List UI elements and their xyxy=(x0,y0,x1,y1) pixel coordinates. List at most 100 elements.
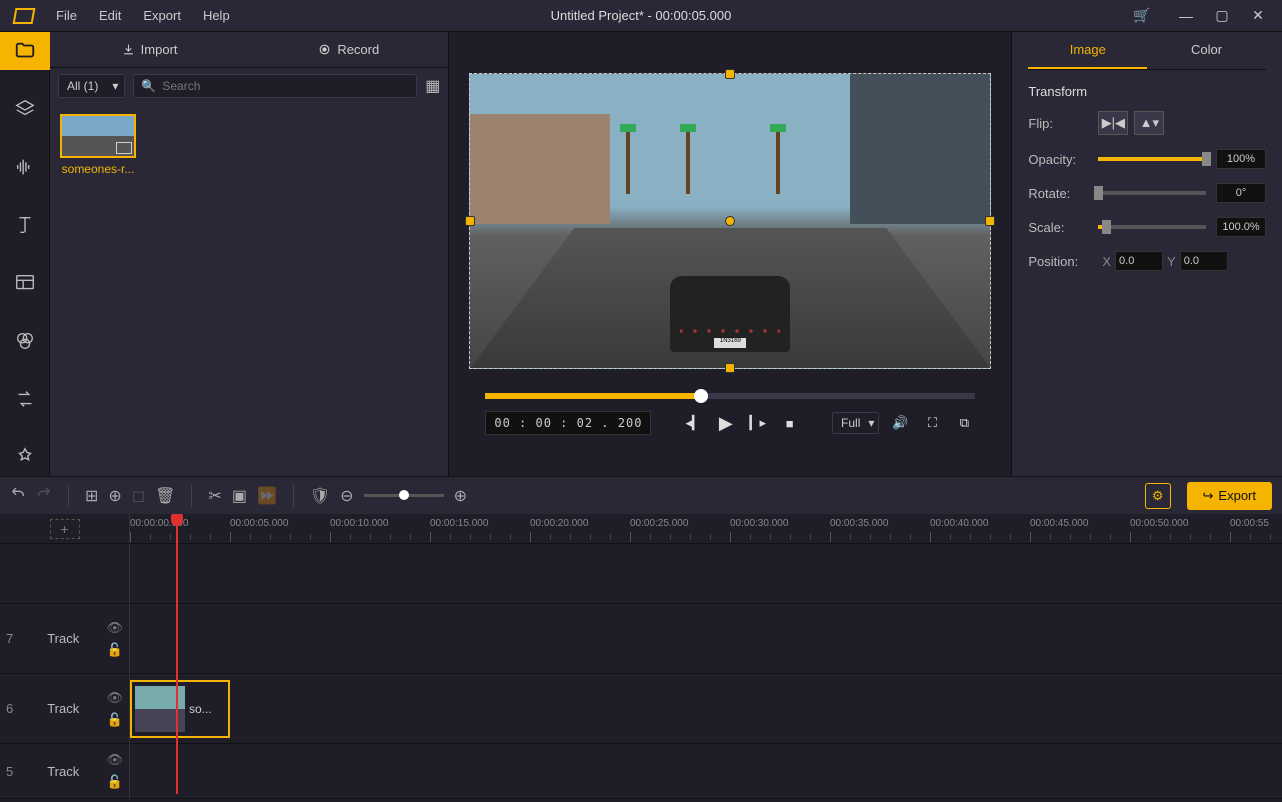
handle-center[interactable] xyxy=(725,216,735,226)
fit-dropdown[interactable]: Full xyxy=(832,412,879,434)
track-number: 5 xyxy=(6,764,20,779)
close-button[interactable]: ✕ xyxy=(1242,4,1274,28)
lock-icon[interactable]: 🔓 xyxy=(106,642,123,658)
zoom-slider[interactable] xyxy=(364,494,444,497)
volume-icon[interactable]: 🔊 xyxy=(889,412,911,434)
preview-playbar[interactable] xyxy=(485,393,975,399)
menu-file[interactable]: File xyxy=(46,4,87,27)
opacity-slider[interactable] xyxy=(1098,157,1206,161)
snapshot-icon[interactable]: ⛶ xyxy=(921,412,943,434)
play-button[interactable]: ▶ xyxy=(715,412,737,434)
ruler-tick: 00:00:55 xyxy=(1230,518,1269,529)
next-frame-button[interactable]: ▎▸ xyxy=(747,412,769,434)
handle-bottom[interactable] xyxy=(725,363,735,373)
opacity-label: Opacity: xyxy=(1028,152,1098,167)
rail-templates-icon[interactable] xyxy=(0,264,50,302)
transform-title: Transform xyxy=(1028,84,1266,99)
position-x-input[interactable] xyxy=(1115,251,1163,271)
handle-top[interactable] xyxy=(725,69,735,79)
position-label: Position: xyxy=(1028,254,1098,269)
ruler-tick: 00:00:20.000 xyxy=(530,518,588,529)
handle-left[interactable] xyxy=(465,216,475,226)
timeline-lane[interactable] xyxy=(130,604,1282,674)
media-filter-dropdown[interactable]: All (1) xyxy=(58,74,125,98)
cart-icon[interactable]: 🛒 xyxy=(1126,4,1158,28)
track-header: 7 Track 👁🔓 xyxy=(0,604,129,674)
app-logo xyxy=(8,4,40,28)
ruler-tick: 00:00:50.000 xyxy=(1130,518,1188,529)
track-header: 6 Track 👁🔓 xyxy=(0,674,129,744)
ruler-tick: 00:00:45.000 xyxy=(1030,518,1088,529)
position-y-input[interactable] xyxy=(1180,251,1228,271)
export-label: Export xyxy=(1218,488,1256,503)
redo-button xyxy=(36,488,52,504)
handle-right[interactable] xyxy=(985,216,995,226)
rail-effects-icon[interactable] xyxy=(0,322,50,360)
export-button[interactable]: ↪Export xyxy=(1187,482,1272,510)
tab-record[interactable]: Record xyxy=(249,32,448,67)
grid-view-icon[interactable]: ▦ xyxy=(425,76,440,96)
clip-name: so... xyxy=(189,702,225,716)
prev-frame-button[interactable]: ◂▎ xyxy=(683,412,705,434)
rail-text-icon[interactable] xyxy=(0,206,50,244)
eye-icon[interactable]: 👁 xyxy=(106,752,123,768)
search-input[interactable] xyxy=(133,74,417,98)
tab-import[interactable]: Import xyxy=(50,32,249,67)
rotate-slider[interactable] xyxy=(1098,191,1206,195)
scale-slider[interactable] xyxy=(1098,225,1206,229)
maximize-button[interactable]: ▢ xyxy=(1206,4,1238,28)
zoom-out-button[interactable]: ⊖ xyxy=(340,486,353,506)
gear-icon: ⚙ xyxy=(1152,488,1164,503)
timeline-ruler[interactable]: 00:00:00.00000:00:05.00000:00:10.00000:0… xyxy=(130,514,1282,543)
media-item-name: someones-r... xyxy=(60,162,136,176)
add-clip-button[interactable]: ⊞ xyxy=(85,486,98,506)
track-number: 7 xyxy=(6,631,20,646)
menu-help[interactable]: Help xyxy=(193,4,240,27)
tab-image[interactable]: Image xyxy=(1028,32,1147,69)
export-settings-button[interactable]: ⚙ xyxy=(1145,483,1171,509)
menu-export[interactable]: Export xyxy=(133,4,191,27)
timeline-lane[interactable]: so... xyxy=(130,674,1282,744)
tab-color[interactable]: Color xyxy=(1147,32,1266,69)
rail-stickers-icon[interactable] xyxy=(0,438,50,476)
ruler-tick: 00:00:25.000 xyxy=(630,518,688,529)
lock-icon[interactable]: 🔓 xyxy=(106,712,123,728)
scale-label: Scale: xyxy=(1028,220,1098,235)
marker-button[interactable]: 🛡 xyxy=(310,486,330,506)
stop-button[interactable]: ■ xyxy=(779,412,801,434)
menu-edit[interactable]: Edit xyxy=(89,4,131,27)
add-track-button[interactable]: + xyxy=(50,519,80,539)
preview-timecode: 00 : 00 : 02 . 200 xyxy=(485,411,651,435)
cut-button[interactable]: ✂ xyxy=(208,486,221,506)
rail-media-icon[interactable] xyxy=(0,32,50,70)
minimize-button[interactable]: — xyxy=(1170,4,1202,28)
delete-button[interactable]: 🗑 xyxy=(155,486,175,506)
rotate-value[interactable]: 0° xyxy=(1216,183,1266,203)
media-item[interactable]: someones-r... xyxy=(60,114,136,176)
flip-vertical-button[interactable]: ▲▾ xyxy=(1134,111,1164,135)
add-overlay-button[interactable]: ⊕ xyxy=(108,486,121,506)
speed-button: ⏩ xyxy=(257,486,277,506)
lock-icon[interactable]: 🔓 xyxy=(106,774,123,790)
undo-button[interactable] xyxy=(10,488,26,504)
media-thumbnail xyxy=(60,114,136,158)
playhead-line[interactable] xyxy=(176,514,178,794)
rail-audio-icon[interactable] xyxy=(0,148,50,186)
zoom-in-button[interactable]: ⊕ xyxy=(454,486,467,506)
eye-icon[interactable]: 👁 xyxy=(106,690,123,706)
eye-icon[interactable]: 👁 xyxy=(106,620,123,636)
scale-value[interactable]: 100.0% xyxy=(1216,217,1266,237)
opacity-value[interactable]: 100% xyxy=(1216,149,1266,169)
preview-canvas[interactable]: 1N3169 xyxy=(469,73,991,369)
timeline-clip[interactable]: so... xyxy=(130,680,230,738)
ruler-tick: 00:00:15.000 xyxy=(430,518,488,529)
crop-button[interactable]: ▣ xyxy=(232,486,247,506)
timeline-lane[interactable] xyxy=(130,544,1282,604)
timeline-lane[interactable] xyxy=(130,744,1282,799)
rail-layers-icon[interactable] xyxy=(0,90,50,128)
flip-horizontal-button[interactable]: ▶|◀ xyxy=(1098,111,1128,135)
record-label: Record xyxy=(337,42,379,57)
ruler-tick: 00:00:35.000 xyxy=(830,518,888,529)
rail-transitions-icon[interactable] xyxy=(0,380,50,418)
detach-icon[interactable]: ⧉ xyxy=(953,412,975,434)
